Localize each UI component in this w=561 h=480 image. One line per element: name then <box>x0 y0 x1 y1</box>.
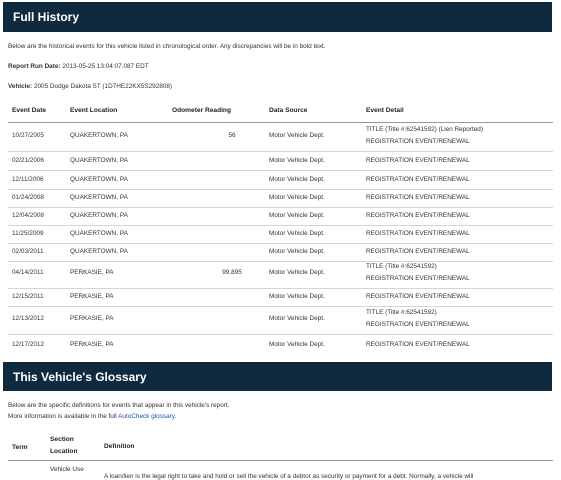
row-location: QUAKERTOWN, PA <box>70 194 128 201</box>
row-date: 01/24/2008 <box>12 194 44 201</box>
history-intro: Below are the historical events for this… <box>8 43 326 50</box>
glossary-title: This Vehicle's Glossary <box>13 369 147 384</box>
history-row: 02/21/2006 QUAKERTOWN, PA Motor Vehicle … <box>8 152 553 171</box>
row-source: Motor Vehicle Dept. <box>269 269 325 276</box>
history-table-header: Event Date Event Location Odometer Readi… <box>8 102 553 123</box>
row-detail-line1: REGISTRATION EVENT/RENEWAL <box>366 194 470 201</box>
row-date: 12/13/2012 <box>12 315 44 322</box>
history-row: 04/14/2011 PERKASIE, PA 99,895 Motor Veh… <box>8 261 553 289</box>
row-detail-line2: REGISTRATION EVENT/RENEWAL <box>366 321 470 328</box>
row-detail-line1: TITLE (Title #:62541592) <box>366 309 437 316</box>
row-date: 02/21/2006 <box>12 157 44 164</box>
row-source: Motor Vehicle Dept. <box>269 132 325 139</box>
col-data-source: Data Source <box>269 107 308 114</box>
row-date: 12/15/2011 <box>12 293 44 300</box>
col-section-line2: Location <box>50 448 78 455</box>
row-detail-line1: REGISTRATION EVENT/RENEWAL <box>366 157 470 164</box>
full-history-title: Full History <box>13 10 80 24</box>
col-term: Term <box>12 444 28 451</box>
row-location: QUAKERTOWN, PA <box>70 157 128 164</box>
col-event-location: Event Location <box>70 107 118 114</box>
run-date-value: 2013-05-25 13:04:07.087 EDT <box>62 63 149 70</box>
vehicle-value: 2005 Dodge Dakota ST (1D7HE22KX5S292808) <box>33 83 173 90</box>
row-location: QUAKERTOWN, PA <box>70 176 128 183</box>
glossary-intro-line1: Below are the specific definitions for e… <box>8 402 230 409</box>
history-row: 12/11/2006 QUAKERTOWN, PA Motor Vehicle … <box>8 171 553 190</box>
row-location: PERKASIE, PA <box>70 315 114 322</box>
row-location: QUAKERTOWN, PA <box>70 248 128 255</box>
row-source: Motor Vehicle Dept. <box>269 248 325 255</box>
row-date: 12/04/2008 <box>12 212 44 219</box>
row-detail-line1: REGISTRATION EVENT/RENEWAL <box>366 248 470 255</box>
col-section-line1: Section <box>50 436 74 443</box>
row-source: Motor Vehicle Dept. <box>269 157 325 164</box>
run-date-label: Report Run Date: <box>8 63 61 70</box>
col-event-detail: Event Detail <box>366 107 404 114</box>
row-date: 12/11/2006 <box>12 176 44 183</box>
row-source: Motor Vehicle Dept. <box>269 293 325 300</box>
row-location: PERKASIE, PA <box>70 293 114 300</box>
row-detail-line2: REGISTRATION EVENT/RENEWAL <box>366 275 470 282</box>
history-row: 12/04/2008 QUAKERTOWN, PA Motor Vehicle … <box>8 207 553 226</box>
autocheck-glossary-link[interactable]: AutoCheck glossary <box>118 413 174 420</box>
row-detail-line2: REGISTRATION EVENT/RENEWAL <box>366 138 470 145</box>
row-source: Motor Vehicle Dept. <box>269 341 325 348</box>
row-location: PERKASIE, PA <box>70 269 114 276</box>
row-detail-line1: REGISTRATION EVENT/RENEWAL <box>366 293 470 300</box>
row-date: 04/14/2011 <box>12 269 44 276</box>
history-row: 01/24/2008 QUAKERTOWN, PA Motor Vehicle … <box>8 189 553 208</box>
row-detail-line1: TITLE (Title #:62541592) (Lien Reported) <box>366 126 483 133</box>
row-source: Motor Vehicle Dept. <box>269 194 325 201</box>
row-location: QUAKERTOWN, PA <box>70 230 128 237</box>
row-location: QUAKERTOWN, PA <box>70 212 128 219</box>
glossary-intro-suffix: . <box>174 413 177 420</box>
row-odometer: 99,895 <box>222 269 242 276</box>
vehicle-info: Vehicle: 2005 Dodge Dakota ST (1D7HE22KX… <box>8 83 172 90</box>
row-source: Motor Vehicle Dept. <box>269 315 325 322</box>
col-event-date: Event Date <box>12 107 47 114</box>
row-source: Motor Vehicle Dept. <box>269 176 325 183</box>
history-row: 12/17/2012 PERKASIE, PA Motor Vehicle De… <box>8 335 553 355</box>
row-detail-line1: REGISTRATION EVENT/RENEWAL <box>366 341 470 348</box>
vehicle-label: Vehicle: <box>8 83 33 90</box>
history-row: 10/27/2005 QUAKERTOWN, PA 56 Motor Vehic… <box>8 123 553 152</box>
row-detail-line1: REGISTRATION EVENT/RENEWAL <box>366 230 470 237</box>
row-detail-line1: REGISTRATION EVENT/RENEWAL <box>366 176 470 183</box>
col-definition: Definition <box>104 443 135 450</box>
row-location: PERKASIE, PA <box>70 341 114 348</box>
glossary-section-location: Vehicle Use <box>50 466 84 473</box>
row-date: 11/25/2009 <box>12 230 44 237</box>
row-date: 10/27/2005 <box>12 132 44 139</box>
glossary-header: This Vehicle's Glossary <box>3 362 552 391</box>
glossary-definition: A loan/lien is the legal right to take a… <box>104 473 474 480</box>
history-row: 02/03/2011 QUAKERTOWN, PA Motor Vehicle … <box>8 243 553 262</box>
report-run-date: Report Run Date: 2013-05-25 13:04:07.087… <box>8 63 149 70</box>
row-odometer: 56 <box>228 132 236 139</box>
glossary-table-header: Term Section Location Definition <box>8 434 553 461</box>
col-odometer-reading: Odometer Reading <box>172 107 231 114</box>
history-row: 11/25/2009 QUAKERTOWN, PA Motor Vehicle … <box>8 225 553 244</box>
full-history-header: Full History <box>3 2 552 32</box>
glossary-intro-prefix: More information is available in the ful… <box>8 413 119 420</box>
row-location: QUAKERTOWN, PA <box>70 132 128 139</box>
row-date: 12/17/2012 <box>12 341 44 348</box>
glossary-intro-line2: More information is available in the ful… <box>8 413 176 420</box>
history-row: 12/13/2012 PERKASIE, PA Motor Vehicle De… <box>8 307 553 335</box>
row-detail-line1: REGISTRATION EVENT/RENEWAL <box>366 212 470 219</box>
history-row: 12/15/2011 PERKASIE, PA Motor Vehicle De… <box>8 288 553 307</box>
row-detail-line1: TITLE (Title #:62541592) <box>366 263 437 270</box>
row-date: 02/03/2011 <box>12 248 44 255</box>
row-source: Motor Vehicle Dept. <box>269 230 325 237</box>
row-source: Motor Vehicle Dept. <box>269 212 325 219</box>
